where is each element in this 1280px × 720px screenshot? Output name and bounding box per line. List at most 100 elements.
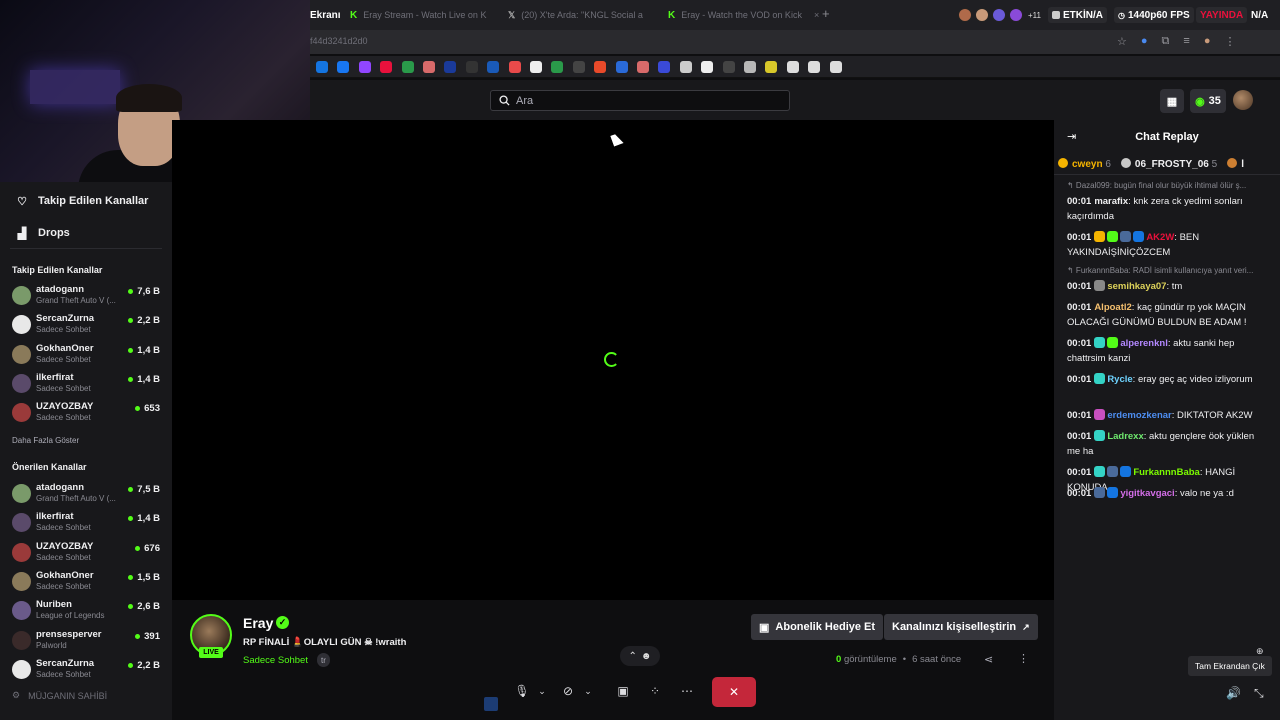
bookmark-favicon-icon[interactable] bbox=[465, 61, 478, 73]
channel-item-atadogann[interactable]: atadogann Grand Theft Auto V (... 7,6 B bbox=[12, 283, 162, 309]
chat-username[interactable]: AK2W bbox=[1146, 232, 1174, 243]
chevron-down-icon[interactable]: ⌄ bbox=[582, 680, 594, 702]
button-label: Kanalınızı kişiselleştirin bbox=[892, 621, 1017, 633]
new-tab-button[interactable]: + bbox=[822, 6, 830, 21]
chat-username[interactable]: semihkaya07 bbox=[1107, 281, 1166, 292]
gifter-item[interactable]: 06_FROSTY_06 5 bbox=[1120, 158, 1217, 170]
language-tag[interactable]: tr bbox=[317, 653, 330, 667]
channel-item-atadogann[interactable]: atadogann Grand Theft Auto V (... 7,5 B bbox=[12, 481, 162, 507]
sidebar-item-following[interactable]: ♡ Takip Edilen Kanallar bbox=[16, 191, 148, 211]
channel-item-ilkerfirat[interactable]: ilkerfirat Sadece Sohbet 1,4 B bbox=[12, 371, 162, 397]
bookmark-favicon-icon[interactable] bbox=[765, 61, 778, 73]
star-icon[interactable]: ☆ bbox=[1117, 35, 1127, 48]
extension-icon[interactable]: ● bbox=[1141, 35, 1148, 48]
show-more-link[interactable]: Daha Fazla Göster bbox=[12, 436, 79, 445]
sidebar-item-drops[interactable]: ▟ Drops bbox=[16, 223, 70, 243]
puzzle-icon[interactable]: ⧉ bbox=[1162, 35, 1170, 48]
microphone-icon[interactable]: 🎙 bbox=[514, 680, 530, 702]
tab-close-icon[interactable]: × bbox=[814, 10, 819, 20]
channel-category: Grand Theft Auto V (... bbox=[36, 494, 116, 503]
bookmark-favicon-icon[interactable] bbox=[551, 61, 564, 73]
streamer-name[interactable]: Eray bbox=[243, 615, 273, 631]
user-avatar[interactable] bbox=[1233, 90, 1253, 110]
bookmark-favicon-icon[interactable] bbox=[358, 61, 371, 73]
bookmark-favicon-icon[interactable] bbox=[444, 61, 457, 73]
media-icon[interactable]: ≡ bbox=[1183, 35, 1189, 48]
channel-item-gokhanoner[interactable]: GokhanOner Sadece Sohbet 1,4 B bbox=[12, 342, 162, 368]
settings-icon[interactable]: ⚙ bbox=[12, 690, 20, 701]
chat-username[interactable]: marafix bbox=[1094, 196, 1128, 207]
chat-username[interactable]: Alpoatl2 bbox=[1094, 302, 1131, 313]
chat-username[interactable]: FurkannnBaba bbox=[1133, 467, 1200, 478]
more-icon[interactable]: ⋯ bbox=[678, 680, 696, 702]
channel-item-nuriben[interactable]: Nuriben League of Legends 2,6 B bbox=[12, 598, 162, 624]
bookmark-favicon-icon[interactable] bbox=[701, 61, 714, 73]
bookmark-favicon-icon[interactable] bbox=[508, 61, 521, 73]
gift-subscription-button[interactable]: ▣ Abonelik Hediye Et bbox=[751, 614, 884, 640]
end-call-button[interactable]: ✕ bbox=[712, 677, 756, 707]
channel-item-ilkerfirat[interactable]: ilkerfirat Sadece Sohbet 1,4 B bbox=[12, 510, 162, 536]
more-options-icon[interactable]: ⋮ bbox=[1018, 652, 1029, 665]
kick-coin-icon: ◉ bbox=[1195, 95, 1205, 108]
bookmark-favicon-icon[interactable] bbox=[530, 61, 542, 73]
chat-username[interactable]: yigitkavgaci bbox=[1120, 488, 1174, 499]
share-screen-icon[interactable]: ▣ bbox=[614, 680, 632, 702]
stream-category-link[interactable]: Sadece Sohbet bbox=[243, 655, 308, 666]
share-icon[interactable]: ⋖ bbox=[984, 653, 993, 666]
taskbar-left: ⚙ MÜJGANIN SAHİBİ bbox=[12, 690, 107, 701]
gifter-rank-icon bbox=[1120, 158, 1131, 168]
chat-username[interactable]: Rycle bbox=[1107, 374, 1132, 385]
channel-item-uzayozbay[interactable]: UZAYOZBAY Sadece Sohbet 676 bbox=[12, 540, 162, 566]
bookmark-favicon-icon[interactable] bbox=[679, 61, 692, 73]
volume-icon[interactable]: 🔊 bbox=[1226, 686, 1241, 700]
bookmark-favicon-icon[interactable] bbox=[658, 61, 671, 73]
exit-fullscreen-icon[interactable]: ⤡ bbox=[1254, 686, 1264, 701]
bookmark-favicon-icon[interactable] bbox=[380, 61, 393, 73]
url-text[interactable]: f44d3241d2d0 bbox=[310, 36, 368, 46]
gifter-item[interactable]: l bbox=[1227, 158, 1244, 170]
bookmark-favicon-icon[interactable] bbox=[808, 61, 821, 73]
tab-eray-vod[interactable]: K Eray - Watch the VOD on Kick × bbox=[668, 4, 838, 26]
points-button[interactable]: ◉ 35 bbox=[1190, 89, 1226, 113]
bookmark-favicon-icon[interactable] bbox=[337, 61, 350, 73]
channel-item-gokhanoner[interactable]: GokhanOner Sadece Sohbet 1,5 B bbox=[12, 569, 162, 595]
bookmark-favicon-icon[interactable] bbox=[316, 61, 328, 73]
tab-share-screen[interactable]: Ekranı bbox=[310, 4, 341, 26]
browse-button[interactable]: ▦ bbox=[1160, 89, 1184, 113]
user-badge-icon bbox=[1107, 337, 1119, 348]
tab-eray-stream[interactable]: KEray Stream - Watch Live on K× bbox=[350, 4, 495, 26]
bookmark-favicon-icon[interactable] bbox=[615, 61, 628, 73]
activities-icon[interactable]: ⁘ bbox=[646, 680, 664, 702]
windows-start-icon[interactable] bbox=[484, 697, 498, 711]
customize-channel-button[interactable]: Kanalınızı kişiselleştirin ↗ bbox=[884, 614, 1038, 640]
channel-item-uzayozbay[interactable]: UZAYOZBAY Sadece Sohbet 653 bbox=[12, 400, 162, 426]
bookmark-favicon-icon[interactable] bbox=[786, 61, 799, 73]
bookmark-favicon-icon[interactable] bbox=[594, 61, 607, 73]
bookmark-favicon-icon[interactable] bbox=[423, 61, 435, 73]
bookmark-favicon-icon[interactable] bbox=[637, 61, 649, 73]
channel-item-prensesperver[interactable]: prensesperver Palworld 391 bbox=[12, 628, 162, 654]
profile-icon[interactable]: ● bbox=[1204, 35, 1211, 48]
collapse-toggle[interactable]: ⌃ ☻ bbox=[620, 646, 660, 666]
bookmark-favicon-icon[interactable] bbox=[572, 61, 585, 73]
taskbar-text: MÜJGANIN SAHİBİ bbox=[28, 690, 108, 701]
camera-off-icon[interactable]: ⊘ bbox=[558, 680, 578, 702]
bookmark-favicon-icon[interactable] bbox=[487, 61, 500, 73]
bookmark-favicon-icon[interactable] bbox=[744, 61, 756, 73]
menu-dots-icon[interactable]: ⋮ bbox=[1224, 35, 1235, 48]
channel-item-sercanzurna[interactable]: SercanZurna Sadece Sohbet 2,2 B bbox=[12, 312, 162, 338]
chevron-down-icon[interactable]: ⌄ bbox=[536, 680, 548, 702]
chat-username[interactable]: erdemozkenar bbox=[1107, 410, 1171, 421]
viewer-count: 1,4 B bbox=[128, 374, 160, 385]
channel-item-sercanzurna[interactable]: SercanZurna Sadece Sohbet 2,2 B bbox=[12, 657, 162, 683]
tab-x-arda[interactable]: 𝕏(20) X'te Arda: "KNGL Social a× bbox=[508, 4, 653, 26]
channel-category: Sadece Sohbet bbox=[36, 413, 91, 423]
gifter-item[interactable]: cweyn 6 bbox=[1058, 158, 1111, 170]
bookmark-favicon-icon[interactable] bbox=[722, 61, 735, 73]
bookmark-favicon-icon[interactable] bbox=[401, 61, 414, 73]
bookmark-favicon-icon[interactable] bbox=[829, 61, 842, 73]
chat-username[interactable]: alperenknl bbox=[1120, 338, 1168, 349]
chat-username[interactable]: Ladrexx bbox=[1107, 431, 1143, 442]
user-badge-icon bbox=[1120, 466, 1132, 477]
search-input[interactable]: Ara bbox=[490, 90, 790, 111]
